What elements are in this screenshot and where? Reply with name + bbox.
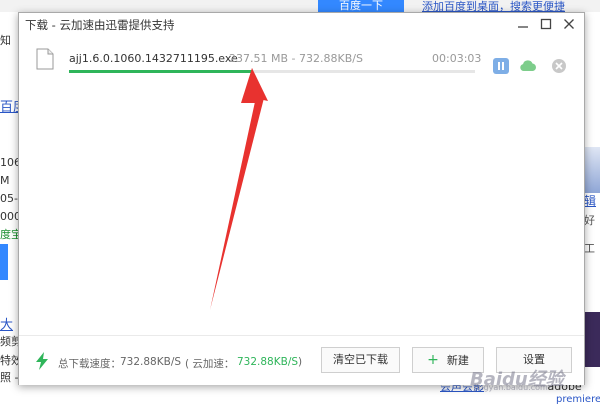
file-icon xyxy=(36,48,54,74)
bg-right-text: 好 xyxy=(584,214,595,227)
total-speed-label: 总下载速度： xyxy=(58,358,121,370)
close-icon[interactable] xyxy=(551,58,567,74)
download-progress-bar xyxy=(69,70,475,73)
total-speed-value: 732.88KB/S xyxy=(120,356,182,368)
new-download-label: 新建 xyxy=(446,354,469,367)
download-progress-fill xyxy=(69,70,252,73)
bg-right-link[interactable]: 辑 xyxy=(584,192,596,209)
pause-icon[interactable] xyxy=(493,58,509,74)
bg-left-link[interactable]: 大 xyxy=(0,314,13,333)
background-left-column: 知 百度 106 M 05-2 000/ 度宝 大 频剪 特效 照 - xyxy=(0,12,18,405)
lightning-bolt-icon xyxy=(35,352,49,374)
bg-left-link[interactable]: 百度 xyxy=(0,96,18,115)
watermark-subtext: jingyan.baidu.com xyxy=(474,383,548,392)
close-icon[interactable] xyxy=(559,15,579,33)
bg-left-text: 度宝 xyxy=(0,228,18,241)
bg-left-text: 106 xyxy=(0,156,18,169)
bg-left-text: 000/ xyxy=(0,210,18,223)
bg-left-text: 知 xyxy=(0,34,11,47)
download-time-remaining: 00:03:03 xyxy=(432,52,482,65)
bg-left-text: 频剪 xyxy=(0,335,18,348)
maximize-icon[interactable] xyxy=(536,15,556,33)
bg-bottom-link-2[interactable]: premiere xyxy=(556,394,600,405)
plus-icon: + xyxy=(427,352,439,368)
cloud-icon[interactable] xyxy=(519,58,537,74)
cloud-speed-value: 732.88KB/S xyxy=(237,356,299,368)
bg-left-text: M xyxy=(0,174,10,187)
download-list: ajj1.6.0.1060.1432711195.exe 237.51 MB -… xyxy=(19,35,584,335)
bg-left-text: 05-2 xyxy=(0,192,18,205)
cloud-speed-label: ( 云加速： xyxy=(185,358,235,370)
bg-left-blue-button[interactable] xyxy=(0,244,8,280)
background-search-button[interactable]: 百度一下 xyxy=(318,0,404,12)
cloud-speed-close: ) xyxy=(298,356,303,368)
dialog-titlebar[interactable]: 下载 - 云加速由迅雷提供支持 xyxy=(19,13,584,35)
download-dialog: 下载 - 云加速由迅雷提供支持 ajj1.6.0.1060.1432711195… xyxy=(18,12,585,385)
minimize-icon[interactable] xyxy=(513,15,533,33)
bg-right-text: 工 xyxy=(584,242,595,255)
bg-left-text: 特效 xyxy=(0,354,18,367)
download-item[interactable]: ajj1.6.0.1060.1432711195.exe 237.51 MB -… xyxy=(19,35,584,85)
download-status: 237.51 MB - 732.88KB/S xyxy=(229,52,363,65)
clear-downloaded-button[interactable]: 清空已下载 xyxy=(321,347,400,373)
download-file-name[interactable]: ajj1.6.0.1060.1432711195.exe xyxy=(69,52,238,65)
bg-left-text: 照 - xyxy=(0,371,18,384)
dialog-title: 下载 - 云加速由迅雷提供支持 xyxy=(25,18,175,32)
